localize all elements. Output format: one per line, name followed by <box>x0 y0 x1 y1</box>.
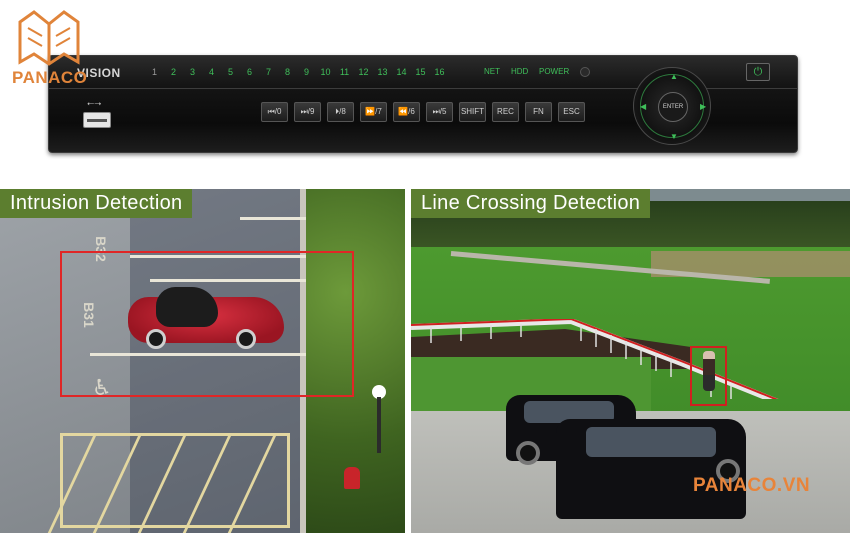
navigation-dpad[interactable]: ▲ ▼ ◀ ▶ ENTER <box>633 67 711 145</box>
channel-led: 9 <box>303 67 309 77</box>
channel-led: 13 <box>377 67 388 77</box>
usb-icon: ⭠⭢ <box>87 98 102 108</box>
channel-led: 6 <box>246 67 252 77</box>
channel-led: 12 <box>358 67 369 77</box>
channel-led: 1 <box>151 67 157 77</box>
power-led-label: POWER <box>539 67 570 76</box>
logo-text: PANACO <box>12 68 88 87</box>
channel-led: 4 <box>208 67 214 77</box>
hdd-led-label: HDD <box>511 67 529 76</box>
channel-led: 2 <box>170 67 176 77</box>
panaco-logo: PANACO <box>4 6 94 87</box>
watermark-text: PANACO.VN <box>693 475 811 496</box>
line-crossing-panel: PANACO.VN Line Crossing Detection <box>411 189 850 533</box>
key-shift[interactable]: SHIFT <box>459 102 486 122</box>
line-crossing-target-box <box>690 346 727 406</box>
key-prev-0[interactable]: ⏮/0 <box>261 102 288 122</box>
arrow-up-icon[interactable]: ▲ <box>670 72 678 81</box>
key-fn[interactable]: FN <box>525 102 552 122</box>
key-forward-7[interactable]: ⏩/7 <box>360 102 387 122</box>
fence-with-crossing-line <box>411 319 779 399</box>
enter-button[interactable]: ENTER <box>658 92 688 122</box>
channel-led: 7 <box>265 67 271 77</box>
line-crossing-title: Line Crossing Detection <box>411 189 651 218</box>
channel-indicators: 1 2 3 4 5 6 7 8 9 10 11 12 13 14 15 16 <box>145 67 449 77</box>
arrow-down-icon[interactable]: ▼ <box>670 132 678 141</box>
black-suv-front <box>556 419 746 519</box>
channel-led: 8 <box>284 67 290 77</box>
arrow-right-icon[interactable]: ▶ <box>700 102 706 111</box>
channel-led: 5 <box>227 67 233 77</box>
key-rewind-6[interactable]: ⏪/6 <box>393 102 420 122</box>
hatched-area <box>46 433 290 533</box>
intrusion-detection-panel: B32 B31 ♿ Intrusion Detection <box>0 189 405 533</box>
key-next-9[interactable]: ⏭/9 <box>294 102 321 122</box>
book-logo-icon <box>18 10 80 66</box>
channel-led: 3 <box>189 67 195 77</box>
intrusion-region-box <box>60 251 354 397</box>
channel-led: 14 <box>396 67 407 77</box>
arrow-left-icon[interactable]: ◀ <box>640 102 646 111</box>
intrusion-title: Intrusion Detection <box>0 189 193 218</box>
channel-led: 10 <box>320 67 331 77</box>
channel-led: 11 <box>339 67 350 77</box>
ir-receiver-icon <box>580 67 590 77</box>
net-led-label: NET <box>484 67 500 76</box>
control-keys: ⏮/0 ⏭/9 ⏵/8 ⏩/7 ⏪/6 ⏭/5 SHIFT REC FN ESC <box>261 102 585 122</box>
channel-led: 15 <box>415 67 426 77</box>
key-esc[interactable]: ESC <box>558 102 585 122</box>
usb-port[interactable] <box>83 112 111 128</box>
nvr-front-panel: VISION 1 2 3 4 5 6 7 8 9 10 11 12 13 14 … <box>48 55 798 153</box>
channel-led: 16 <box>434 67 445 77</box>
lamp-pole <box>377 397 381 453</box>
power-button[interactable]: ⏻ <box>746 63 770 81</box>
fire-hydrant <box>344 467 360 489</box>
key-rec[interactable]: REC <box>492 102 519 122</box>
parking-line <box>240 217 306 220</box>
key-play-8[interactable]: ⏵/8 <box>327 102 354 122</box>
key-skip-5[interactable]: ⏭/5 <box>426 102 453 122</box>
